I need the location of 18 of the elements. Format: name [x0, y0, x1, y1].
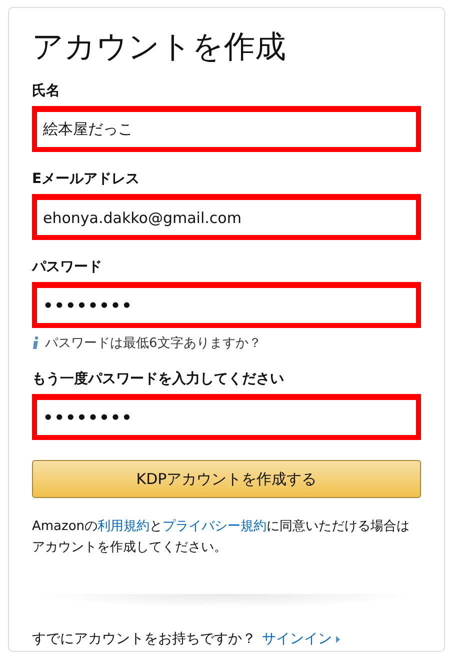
field-label: パスワード	[32, 258, 103, 276]
terms-text: Amazonの利用規約 と プライバシー規約に同意いただける場合はアカウントを作成してください。	[32, 518, 411, 557]
input-field[interactable]: 絵本屋だっこ	[32, 106, 421, 152]
field-label: 氏名	[32, 82, 61, 100]
caret-icon	[336, 636, 340, 642]
signin-prompt: すでにアカウントをお持ちですか？	[32, 630, 256, 648]
hint-text: パスワードは最低6文字ありますか？	[45, 335, 262, 352]
info-icon	[32, 336, 39, 350]
field-label: Eメールアドレス	[32, 170, 141, 188]
create-account-button[interactable]: KDPアカウントを作成する	[32, 460, 421, 498]
input-field[interactable]: ••••••••	[32, 394, 421, 440]
input-field[interactable]: ehonya.dakko@gmail.com	[32, 194, 421, 240]
signin-link[interactable]: サインイン	[262, 630, 340, 648]
terms-link[interactable]: プライバシー規約	[162, 519, 267, 534]
input-field[interactable]: ••••••••	[32, 282, 421, 328]
page-title: アカウントを作成	[32, 28, 287, 67]
terms-link[interactable]: 利用規約	[98, 519, 150, 534]
field-label: もう一度パスワードを入力してください	[32, 370, 285, 388]
